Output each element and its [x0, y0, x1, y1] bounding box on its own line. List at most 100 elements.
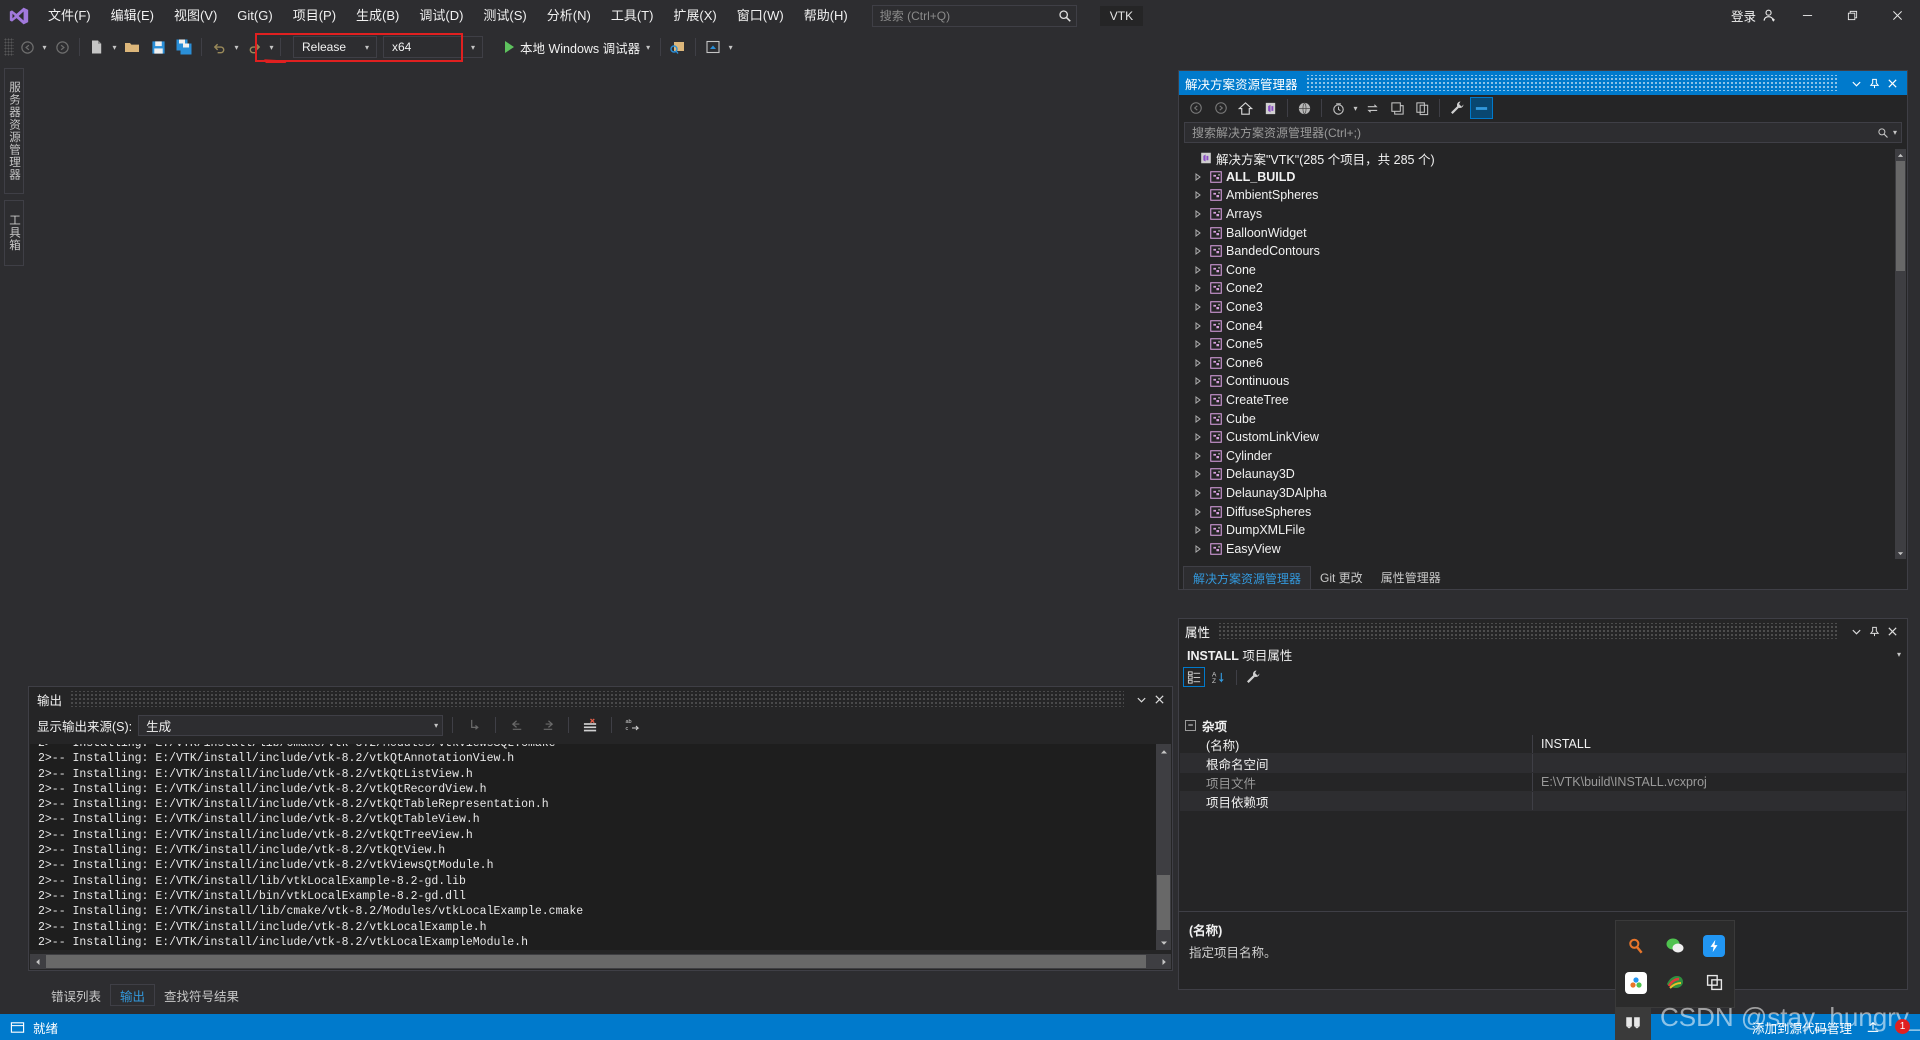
save-all-button[interactable]: [172, 35, 196, 59]
tree-node[interactable]: Cone3: [1180, 298, 1895, 317]
floating-widget-handle[interactable]: [1615, 1008, 1651, 1040]
menu-view[interactable]: 视图(V): [164, 0, 227, 31]
expand-triangle-icon[interactable]: [1190, 303, 1206, 312]
se-forward-button[interactable]: [1209, 97, 1232, 119]
minimize-button[interactable]: [1785, 0, 1830, 31]
tree-node[interactable]: Cone6: [1180, 354, 1895, 373]
properties-close-button[interactable]: [1883, 622, 1901, 640]
tree-node[interactable]: Arrays: [1180, 205, 1895, 224]
tree-node[interactable]: Cone: [1180, 261, 1895, 280]
expand-triangle-icon[interactable]: [1190, 321, 1206, 330]
scroll-up-icon[interactable]: [1895, 149, 1906, 161]
expand-triangle-icon[interactable]: [1190, 284, 1206, 293]
scroll-down-icon[interactable]: [1895, 547, 1906, 559]
expand-triangle-icon[interactable]: [1190, 414, 1206, 423]
tab-git-changes[interactable]: Git 更改: [1311, 566, 1372, 589]
se-back-button[interactable]: [1184, 97, 1207, 119]
solution-explorer-close-button[interactable]: [1883, 74, 1901, 92]
solution-explorer-menu-button[interactable]: [1847, 74, 1865, 92]
properties-property-pages-button[interactable]: [1242, 667, 1264, 687]
scrollbar-thumb[interactable]: [1896, 161, 1905, 271]
menu-extensions[interactable]: 扩展(X): [663, 0, 726, 31]
attach-to-process-button[interactable]: [666, 35, 690, 59]
tree-node[interactable]: BandedContours: [1180, 242, 1895, 261]
property-row[interactable]: (名称) INSTALL: [1180, 735, 1906, 754]
se-show-all-button[interactable]: [1411, 97, 1434, 119]
output-vertical-scrollbar[interactable]: [1156, 744, 1171, 950]
wechat-icon[interactable]: [1664, 935, 1686, 957]
property-value[interactable]: [1532, 792, 1906, 810]
expand-triangle-icon[interactable]: [1190, 358, 1206, 367]
scroll-up-icon[interactable]: [1156, 744, 1171, 759]
app-icon[interactable]: [1624, 971, 1647, 994]
solution-name-badge[interactable]: VTK: [1098, 4, 1145, 27]
navigate-backward-button[interactable]: [15, 35, 39, 59]
menu-tools[interactable]: 工具(T): [601, 0, 664, 31]
property-value[interactable]: E:\VTK\build\INSTALL.vcxproj: [1532, 773, 1906, 791]
publish-icon[interactable]: [1866, 1020, 1880, 1034]
se-home-button[interactable]: [1234, 97, 1257, 119]
expand-triangle-icon[interactable]: [1190, 433, 1206, 442]
solution-explorer-search-input[interactable]: 搜索解决方案资源管理器(Ctrl+;) ▾: [1184, 122, 1902, 143]
tree-node[interactable]: Cube: [1180, 409, 1895, 428]
tree-node[interactable]: Cone5: [1180, 335, 1895, 354]
expand-triangle-icon[interactable]: [1190, 396, 1206, 405]
properties-alphabetical-button[interactable]: A Z: [1207, 667, 1229, 687]
output-goto-message-button[interactable]: [462, 714, 486, 736]
expand-triangle-icon[interactable]: [1190, 228, 1206, 237]
scroll-down-icon[interactable]: [1156, 935, 1171, 950]
restore-button[interactable]: [1830, 0, 1875, 31]
se-preview-selected-button[interactable]: [1470, 97, 1493, 119]
expand-triangle-icon[interactable]: [1190, 470, 1206, 479]
expand-triangle-icon[interactable]: [1190, 488, 1206, 497]
se-properties-button[interactable]: [1445, 97, 1468, 119]
live-preview-button[interactable]: [701, 35, 725, 59]
platform-combo[interactable]: x64 ▾: [383, 36, 483, 58]
property-value[interactable]: [1532, 754, 1906, 772]
save-button[interactable]: [146, 35, 170, 59]
copy-icon[interactable]: [1703, 972, 1725, 994]
redo-button[interactable]: [242, 35, 266, 59]
source-control-label[interactable]: 添加到源代码管理: [1752, 1018, 1852, 1037]
expand-triangle-icon[interactable]: [1190, 340, 1206, 349]
menu-window[interactable]: 窗口(W): [727, 0, 794, 31]
expand-triangle-icon[interactable]: [1190, 526, 1206, 535]
output-prev-message-button[interactable]: [505, 714, 529, 736]
tree-node[interactable]: DumpXMLFile: [1180, 521, 1895, 540]
property-row[interactable]: 项目文件 E:\VTK\build\INSTALL.vcxproj: [1180, 773, 1906, 792]
output-clear-button[interactable]: [578, 714, 602, 736]
tree-node[interactable]: CustomLinkView: [1180, 428, 1895, 447]
tree-node[interactable]: Continuous: [1180, 372, 1895, 391]
tree-node[interactable]: Delaunay3D: [1180, 465, 1895, 484]
tree-node[interactable]: BalloonWidget: [1180, 223, 1895, 242]
tree-node[interactable]: Cone2: [1180, 279, 1895, 298]
configuration-combo[interactable]: Release ▾: [293, 36, 377, 58]
winrar-icon[interactable]: [1664, 972, 1686, 994]
collapse-toggle-icon[interactable]: −: [1185, 719, 1196, 731]
tree-node[interactable]: EasyView: [1180, 539, 1895, 558]
undo-button[interactable]: [207, 35, 231, 59]
menu-test[interactable]: 测试(S): [473, 0, 536, 31]
server-explorer-tab[interactable]: 服务器资源管理器: [4, 68, 24, 194]
navigate-forward-button[interactable]: [50, 35, 74, 59]
expand-triangle-icon[interactable]: [1190, 507, 1206, 516]
se-solution-view-button[interactable]: [1259, 97, 1282, 119]
tab-output[interactable]: 输出: [110, 984, 156, 1006]
se-sync-button[interactable]: [1361, 97, 1384, 119]
expand-triangle-icon[interactable]: [1190, 451, 1206, 460]
scrollbar-thumb[interactable]: [1157, 875, 1170, 930]
toolbar-grip[interactable]: [4, 38, 14, 56]
open-file-button[interactable]: [120, 35, 144, 59]
output-word-wrap-button[interactable]: ab c: [621, 714, 645, 736]
output-source-combo[interactable]: 生成 ▾: [138, 714, 444, 736]
properties-pin-button[interactable]: [1865, 622, 1883, 640]
tree-node[interactable]: CreateTree: [1180, 391, 1895, 410]
expand-triangle-icon[interactable]: [1190, 210, 1206, 219]
quick-search-input[interactable]: 搜索 (Ctrl+Q): [871, 4, 1077, 27]
redo-caret[interactable]: ▾: [267, 35, 276, 59]
qq-icon[interactable]: [1703, 934, 1726, 957]
tab-solution-explorer[interactable]: 解决方案资源管理器: [1183, 566, 1312, 589]
expand-triangle-icon[interactable]: [1190, 265, 1206, 274]
se-show-all-files-button[interactable]: [1293, 97, 1316, 119]
sign-in-button[interactable]: 登录: [1723, 6, 1785, 25]
